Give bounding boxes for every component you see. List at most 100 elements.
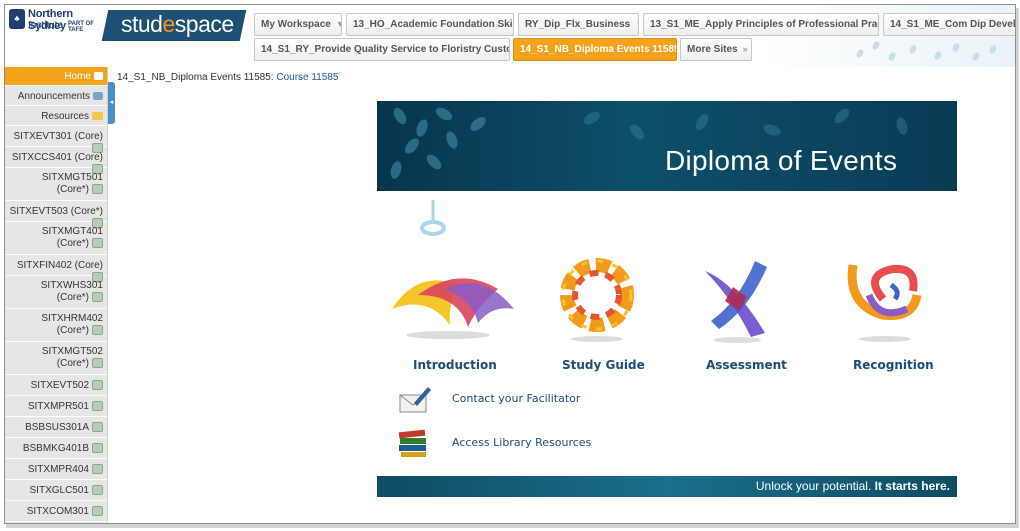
sidebar-item-unit[interactable]: SITXMGT501 (Core*) xyxy=(5,168,107,201)
brand-e: e xyxy=(162,11,175,37)
tab-current-site[interactable]: 14_S1_NB_Diploma Events 11585▼ xyxy=(513,38,677,61)
sidebar-item-unit[interactable]: SITXMPR404 xyxy=(5,459,107,480)
breadcrumb-page-link[interactable]: Course 11585 xyxy=(276,72,338,83)
envelope-pen-icon[interactable] xyxy=(398,385,432,415)
tab-site[interactable]: 13_HO_Academic Foundation Skills▼ xyxy=(346,13,514,36)
sidebar-item-label: SITXGLC501 xyxy=(29,485,89,496)
sidebar-item-label: SITXEVT503 (Core*) xyxy=(9,206,103,217)
sidebar-item-unit[interactable]: SITXEVT301 (Core) xyxy=(5,126,107,154)
group-icon xyxy=(92,380,103,391)
breadcrumb-site: 14_S1_NB_Diploma Events 11585: xyxy=(117,72,274,83)
group-icon xyxy=(92,485,103,496)
recognition-swirl-icon[interactable] xyxy=(843,255,925,345)
frame-shadow xyxy=(6,524,1016,528)
home-icon xyxy=(94,72,103,81)
sidebar-item-label: SITXCOM301 xyxy=(26,506,89,517)
banner-leaf xyxy=(581,109,603,127)
institute-logo[interactable]: ♣ Northern Sydney Institute PART OF TAFE xyxy=(5,5,109,41)
banner-leaf xyxy=(894,116,910,136)
brand-suffix: space xyxy=(174,11,234,37)
sidebar-item-label: BSBSUS301A xyxy=(25,422,89,433)
brand-logo[interactable]: studespace xyxy=(121,11,234,38)
sidebar-item-label: SITXFIN402 (Core) xyxy=(16,260,103,271)
sidebar-item-unit[interactable]: SITXGLC501 xyxy=(5,480,107,501)
sidebar-item-unit[interactable]: SITXCOM301 xyxy=(5,501,107,522)
sidebar-item-unit[interactable]: BSBSUS301A xyxy=(5,417,107,438)
tab-site[interactable]: 14_S1_ME_Com Dip Develop and Implement xyxy=(883,13,1016,36)
tab-site[interactable]: 13_S1_ME_Apply Principles of Professiona… xyxy=(643,13,879,36)
tab-label: RY_Dip_Flx_Business xyxy=(525,19,631,30)
more-sites-button[interactable]: More Sites » xyxy=(680,38,752,61)
group-icon xyxy=(92,358,103,369)
banner-leaf xyxy=(402,135,422,157)
sidebar-item-label: SITXMGT401 xyxy=(41,226,103,237)
announcements-icon xyxy=(93,92,103,101)
group-icon xyxy=(92,464,103,475)
chevron-down-icon[interactable]: ▼ xyxy=(336,19,341,29)
sidebar-item-unit[interactable]: SITXEVT502 xyxy=(5,375,107,396)
books-icon[interactable] xyxy=(396,427,430,459)
banner-leaf xyxy=(433,105,455,123)
tab-label: 13_S1_ME_Apply Principles of Professiona… xyxy=(650,19,879,30)
sidebar-item-unit[interactable]: SITXCCS401 (Core) xyxy=(5,147,107,175)
sidebar-item-label: SITXWHS301 xyxy=(40,280,103,291)
banner-leaf xyxy=(424,152,444,172)
sidebar-item-sublabel: (Core*) xyxy=(56,325,89,336)
assessment-cross-icon[interactable] xyxy=(695,257,781,345)
sidebar-item-unit[interactable]: SITXHRM402 (Core*) xyxy=(5,309,107,342)
tree-root-decoration xyxy=(420,200,446,236)
tab-label: 13_HO_Academic Foundation Skills xyxy=(353,19,514,30)
sidebar-item-label: Resources xyxy=(41,111,89,122)
tab-label: 14_S1_RY_Provide Quality Service to Flor… xyxy=(261,44,510,55)
sidebar-item-unit[interactable]: SITXMGT401 (Core*) xyxy=(5,222,107,255)
sidebar-item-sublabel: (Core*) xyxy=(56,238,89,249)
collapse-menu-handle[interactable]: ◂ xyxy=(108,82,115,124)
tab-site[interactable]: RY_Dip_Flx_Business ▼ xyxy=(518,13,639,36)
course-banner: Diploma of Events xyxy=(377,101,957,191)
tab-site[interactable]: 14_S1_RY_Provide Quality Service to Flor… xyxy=(254,38,510,61)
tile-assessment-label[interactable]: Assessment xyxy=(706,358,787,372)
banner-leaf xyxy=(832,106,852,126)
sidebar-item-announcements[interactable]: Announcements xyxy=(5,86,107,106)
contact-facilitator-link[interactable]: Contact your Facilitator xyxy=(452,392,580,405)
group-icon xyxy=(92,401,103,412)
tile-study-guide-label[interactable]: Study Guide xyxy=(562,358,645,372)
sidebar-item-label: SITXMPR501 xyxy=(27,401,89,412)
slogan-text: Unlock your potential. It starts here. xyxy=(756,479,950,493)
sidebar-item-resources[interactable]: Resources xyxy=(5,106,107,126)
access-library-link[interactable]: Access Library Resources xyxy=(452,436,591,449)
tile-introduction-label[interactable]: Introduction xyxy=(413,358,497,372)
sidebar-item-unit[interactable]: BSBMKG401B xyxy=(5,438,107,459)
double-chevron-down-icon: » xyxy=(742,44,748,54)
sidebar-item-unit[interactable]: SITXMGT502 (Core*) xyxy=(5,342,107,375)
group-icon xyxy=(92,506,103,517)
sidebar-item-unit[interactable]: SITXMPR501 xyxy=(5,396,107,417)
group-icon xyxy=(92,325,103,336)
group-icon xyxy=(92,184,103,195)
sidebar-item-unit[interactable]: SITXFIN402 (Core) xyxy=(5,255,107,283)
browser-frame: ♣ Northern Sydney Institute PART OF TAFE… xyxy=(4,4,1016,524)
chevron-down-icon[interactable]: ▼ xyxy=(635,19,638,29)
institute-seal-icon: ♣ xyxy=(9,9,25,29)
banner-leaf xyxy=(627,121,647,143)
sidebar-item-sublabel: (Core*) xyxy=(56,292,89,303)
slogan-normal: Unlock your potential. xyxy=(755,479,875,493)
sidebar-item-label: Announcements xyxy=(17,91,90,102)
banner-leaf xyxy=(414,117,430,139)
breadcrumb: 14_S1_NB_Diploma Events 11585: Course 11… xyxy=(117,72,338,83)
introduction-arc-icon[interactable] xyxy=(388,265,518,345)
group-icon xyxy=(92,422,103,433)
sidebar-item-home[interactable]: Home xyxy=(5,67,107,86)
sidebar-item-label: BSBMKG401B xyxy=(22,443,89,454)
sidebar-item-unit[interactable]: SITXWHS301 (Core*) xyxy=(5,276,107,309)
sidebar-item-unit[interactable]: SITXEVT503 (Core*) xyxy=(5,201,107,229)
banner-leaf xyxy=(444,129,460,151)
tab-my-workspace[interactable]: My Workspace ▼ xyxy=(254,13,342,36)
study-guide-ring-icon[interactable] xyxy=(557,255,637,345)
tool-menu: Home Announcements Resources SITXEVT301 … xyxy=(5,67,108,523)
sidebar-item-label: SITXHRM402 xyxy=(41,313,103,324)
tile-recognition-label[interactable]: Recognition xyxy=(853,358,934,372)
tab-label: 14_S1_ME_Com Dip Develop and Implement xyxy=(890,19,1016,30)
sidebar-item-label: SITXMPR404 xyxy=(27,464,89,475)
sidebar-item-label: SITXMGT502 xyxy=(41,346,103,357)
